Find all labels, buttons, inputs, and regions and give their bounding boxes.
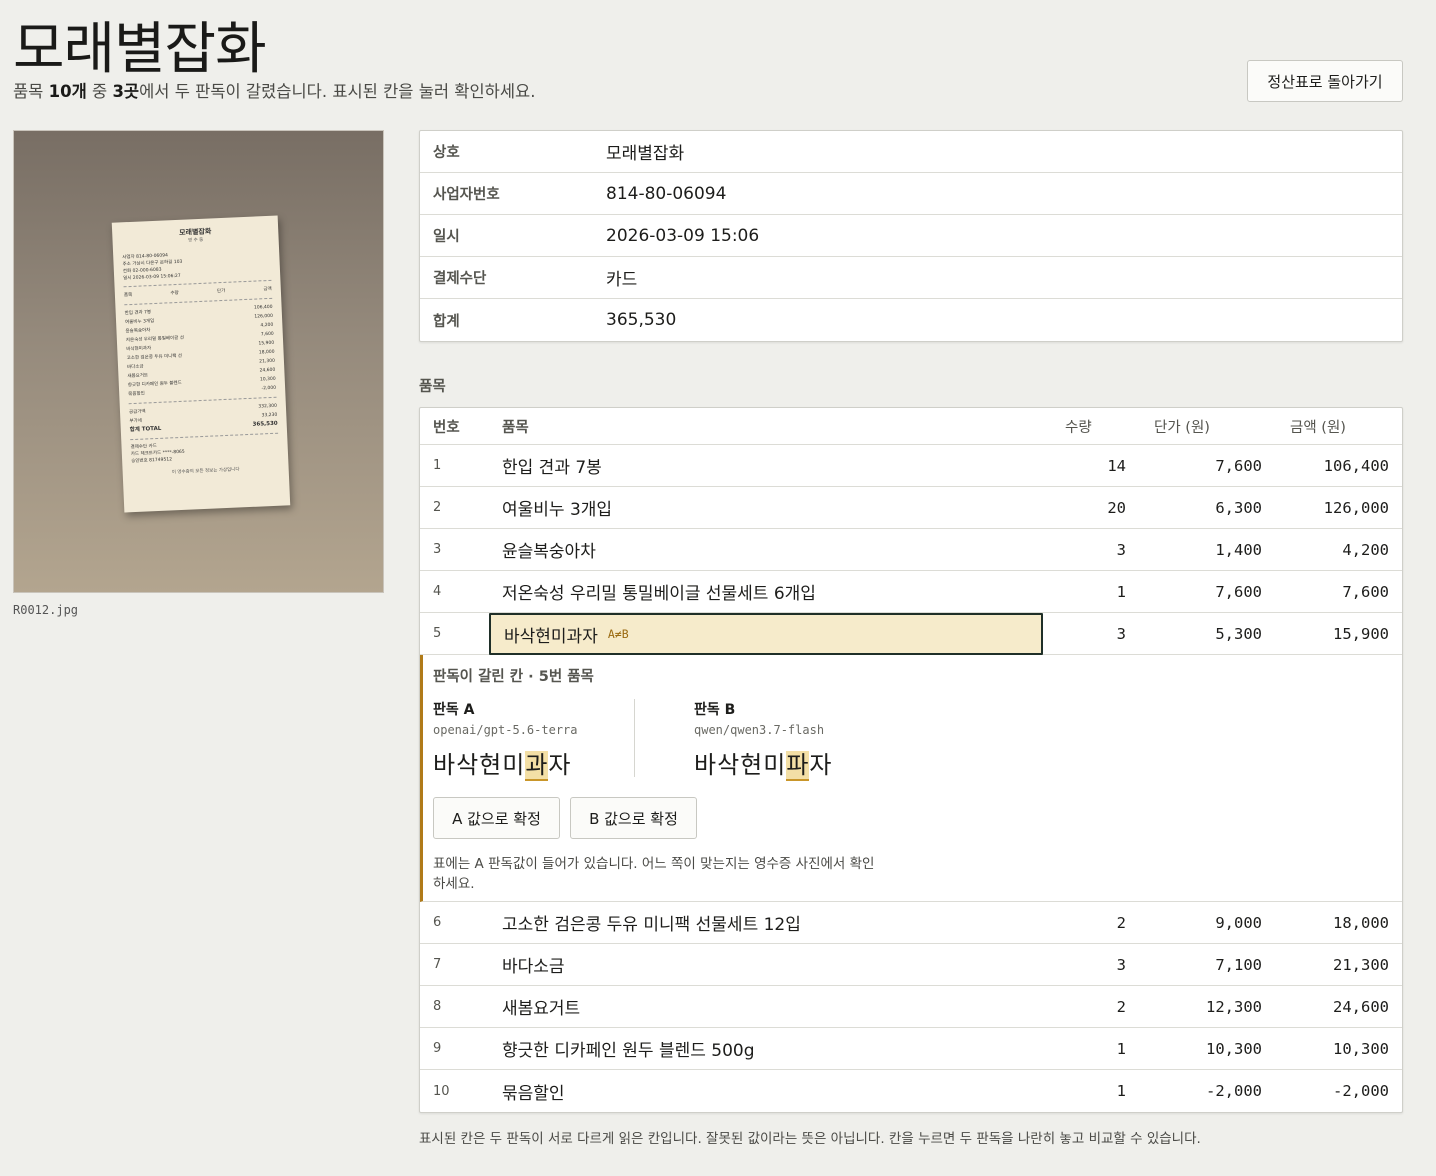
items-section-label: 품목 (419, 379, 446, 395)
receipt-photo[interactable]: 모래별잡화 영 수 증 사업자 814-80-06094 주소 가상시 다온구 … (13, 130, 384, 593)
col-header-unit-price: 단가 (원) (1154, 419, 1210, 436)
items-table-header: 번호 품목 수량 단가 (원) 금액 (원) (420, 408, 1402, 445)
receipt-paper: 모래별잡화 영 수 증 사업자 814-80-06094 주소 가상시 다온구 … (111, 215, 291, 513)
info-value: 814-80-06094 (606, 183, 727, 204)
info-row-datetime: 일시 2026-03-09 15:06 (420, 215, 1402, 257)
info-value: 365,530 (606, 310, 677, 330)
receipt-info-table: 상호 모래별잡화 사업자번호 814-80-06094 일시 2026-03-0… (419, 130, 1403, 342)
table-row: 4 저온숙성 우리밀 통밀베이글 선물세트 6개입 1 7,600 7,600 (420, 571, 1402, 613)
back-to-ledger-button[interactable]: 정산표로 돌아가기 (1247, 60, 1403, 102)
info-value: 모래별잡화 (606, 144, 685, 164)
footnote: 표시된 칸은 두 판독이 서로 다르게 읽은 칸입니다. 잘못된 값이라는 뜻은… (419, 1131, 1201, 1147)
judge-model: qwen/qwen3.7-flash (694, 723, 825, 737)
table-row: 9 향긋한 디카페인 원두 블렌드 500g 1 10,300 10,300 (420, 1028, 1402, 1070)
info-value: 카드 (606, 270, 638, 290)
info-label: 일시 (433, 229, 460, 245)
judge-value: 바삭현미과자 (433, 751, 572, 781)
col-header-amount: 금액 (원) (1290, 419, 1346, 436)
item-count: 10개 (48, 82, 87, 101)
judge-a: 판독 A openai/gpt-5.6-terra 바삭현미과자 (433, 699, 633, 781)
flagged-cell[interactable]: 바삭현미과자 A≠B (489, 613, 1043, 655)
page-subtitle: 품목 10개 중 3곳에서 두 판독이 갈렸습니다. 표시된 칸을 눌러 확인하… (13, 82, 536, 101)
diff-char: 과 (525, 751, 549, 781)
page-title: 모래별잡화 (13, 17, 267, 82)
info-label: 합계 (433, 313, 460, 330)
info-label: 결제수단 (433, 271, 487, 287)
col-header-name: 품목 (502, 419, 529, 436)
info-label: 사업자번호 (433, 187, 500, 203)
disagreement-note: 표에는 A 판독값이 들어가 있습니다. 어느 쪽이 맞는지는 영수증 사진에서… (433, 856, 875, 892)
table-row: 2 여울비누 3개입 20 6,300 126,000 (420, 487, 1402, 529)
info-row-business-number: 사업자번호 814-80-06094 (420, 173, 1402, 215)
judge-b: 판독 B qwen/qwen3.7-flash 바삭현미파자 (694, 699, 954, 781)
info-row-total: 합계 365,530 (420, 299, 1402, 341)
info-label: 상호 (433, 145, 460, 161)
info-row-store: 상호 모래별잡화 (420, 131, 1402, 173)
table-row: 8 새봄요거트 2 12,300 24,600 (420, 986, 1402, 1028)
judge-model: openai/gpt-5.6-terra (433, 723, 578, 737)
items-table: 번호 품목 수량 단가 (원) 금액 (원) 1 한입 견과 7봉 14 7,6… (419, 407, 1403, 1113)
disagreement-badge: A≠B (607, 627, 629, 641)
table-row: 7 바다소금 3 7,100 21,300 (420, 944, 1402, 986)
disagreement-title: 판독이 갈린 칸 · 5번 품목 (433, 669, 594, 685)
disagreement-panel: 판독이 갈린 칸 · 5번 품목 판독 A openai/gpt-5.6-ter… (420, 655, 1402, 902)
table-row: 10 묶음할인 1 -2,000 -2,000 (433, 1082, 1389, 1104)
table-row: 6 고소한 검은콩 두유 미니팩 선물세트 12입 2 9,000 18,000 (420, 902, 1402, 944)
judge-value: 바삭현미파자 (694, 751, 833, 781)
col-header-no: 번호 (433, 419, 460, 436)
info-row-payment: 결제수단 카드 (420, 257, 1402, 299)
table-row-flagged: 5 바삭현미과자 A≠B 3 5,300 15,900 (420, 613, 1402, 655)
table-row: 3 윤슬복숭아차 3 1,400 4,200 (420, 529, 1402, 571)
judge-label: 판독 A (433, 702, 475, 718)
judge-label: 판독 B (694, 702, 736, 718)
confirm-b-button[interactable]: B 값으로 확정 (570, 797, 697, 839)
col-header-qty: 수량 (1065, 419, 1092, 436)
confirm-a-button[interactable]: A 값으로 확정 (433, 797, 560, 839)
flagged-count: 3곳 (112, 82, 140, 101)
info-value: 2026-03-09 15:06 (606, 225, 760, 246)
photo-filename: R0012.jpg (13, 603, 79, 617)
table-row: 1 한입 견과 7봉 14 7,600 106,400 (420, 445, 1402, 487)
judge-divider (634, 699, 635, 777)
diff-char: 파 (786, 751, 810, 781)
